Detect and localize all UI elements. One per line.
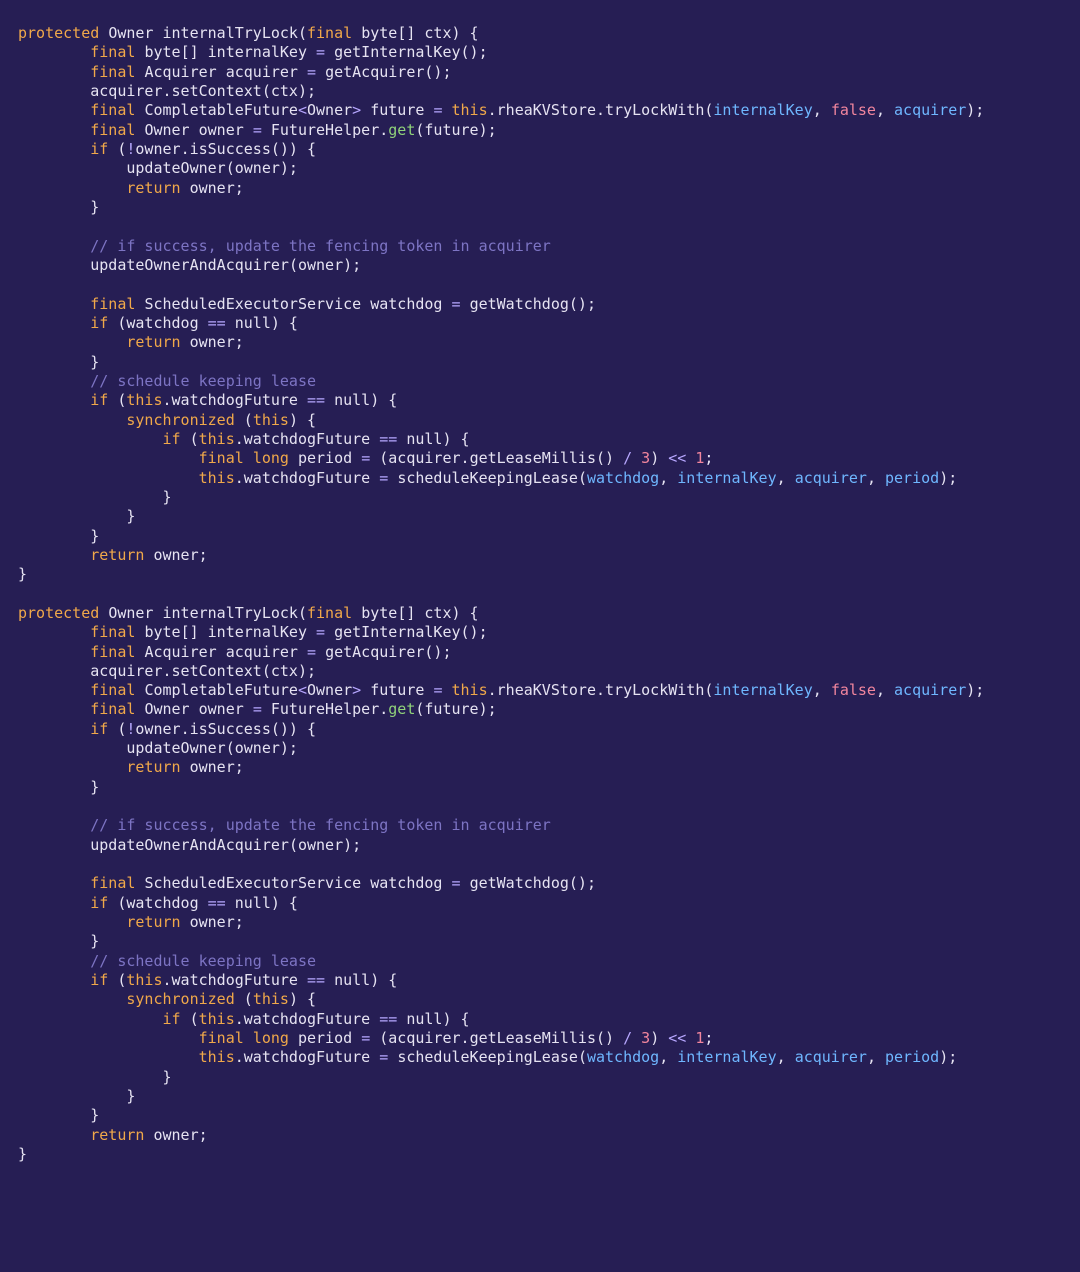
code-block: protected Owner internalTryLock(final by…: [0, 0, 1080, 1188]
comment: // if success, update the fencing token …: [90, 237, 551, 255]
kw-protected: protected: [18, 24, 99, 42]
comment: // schedule keeping lease: [90, 372, 316, 390]
